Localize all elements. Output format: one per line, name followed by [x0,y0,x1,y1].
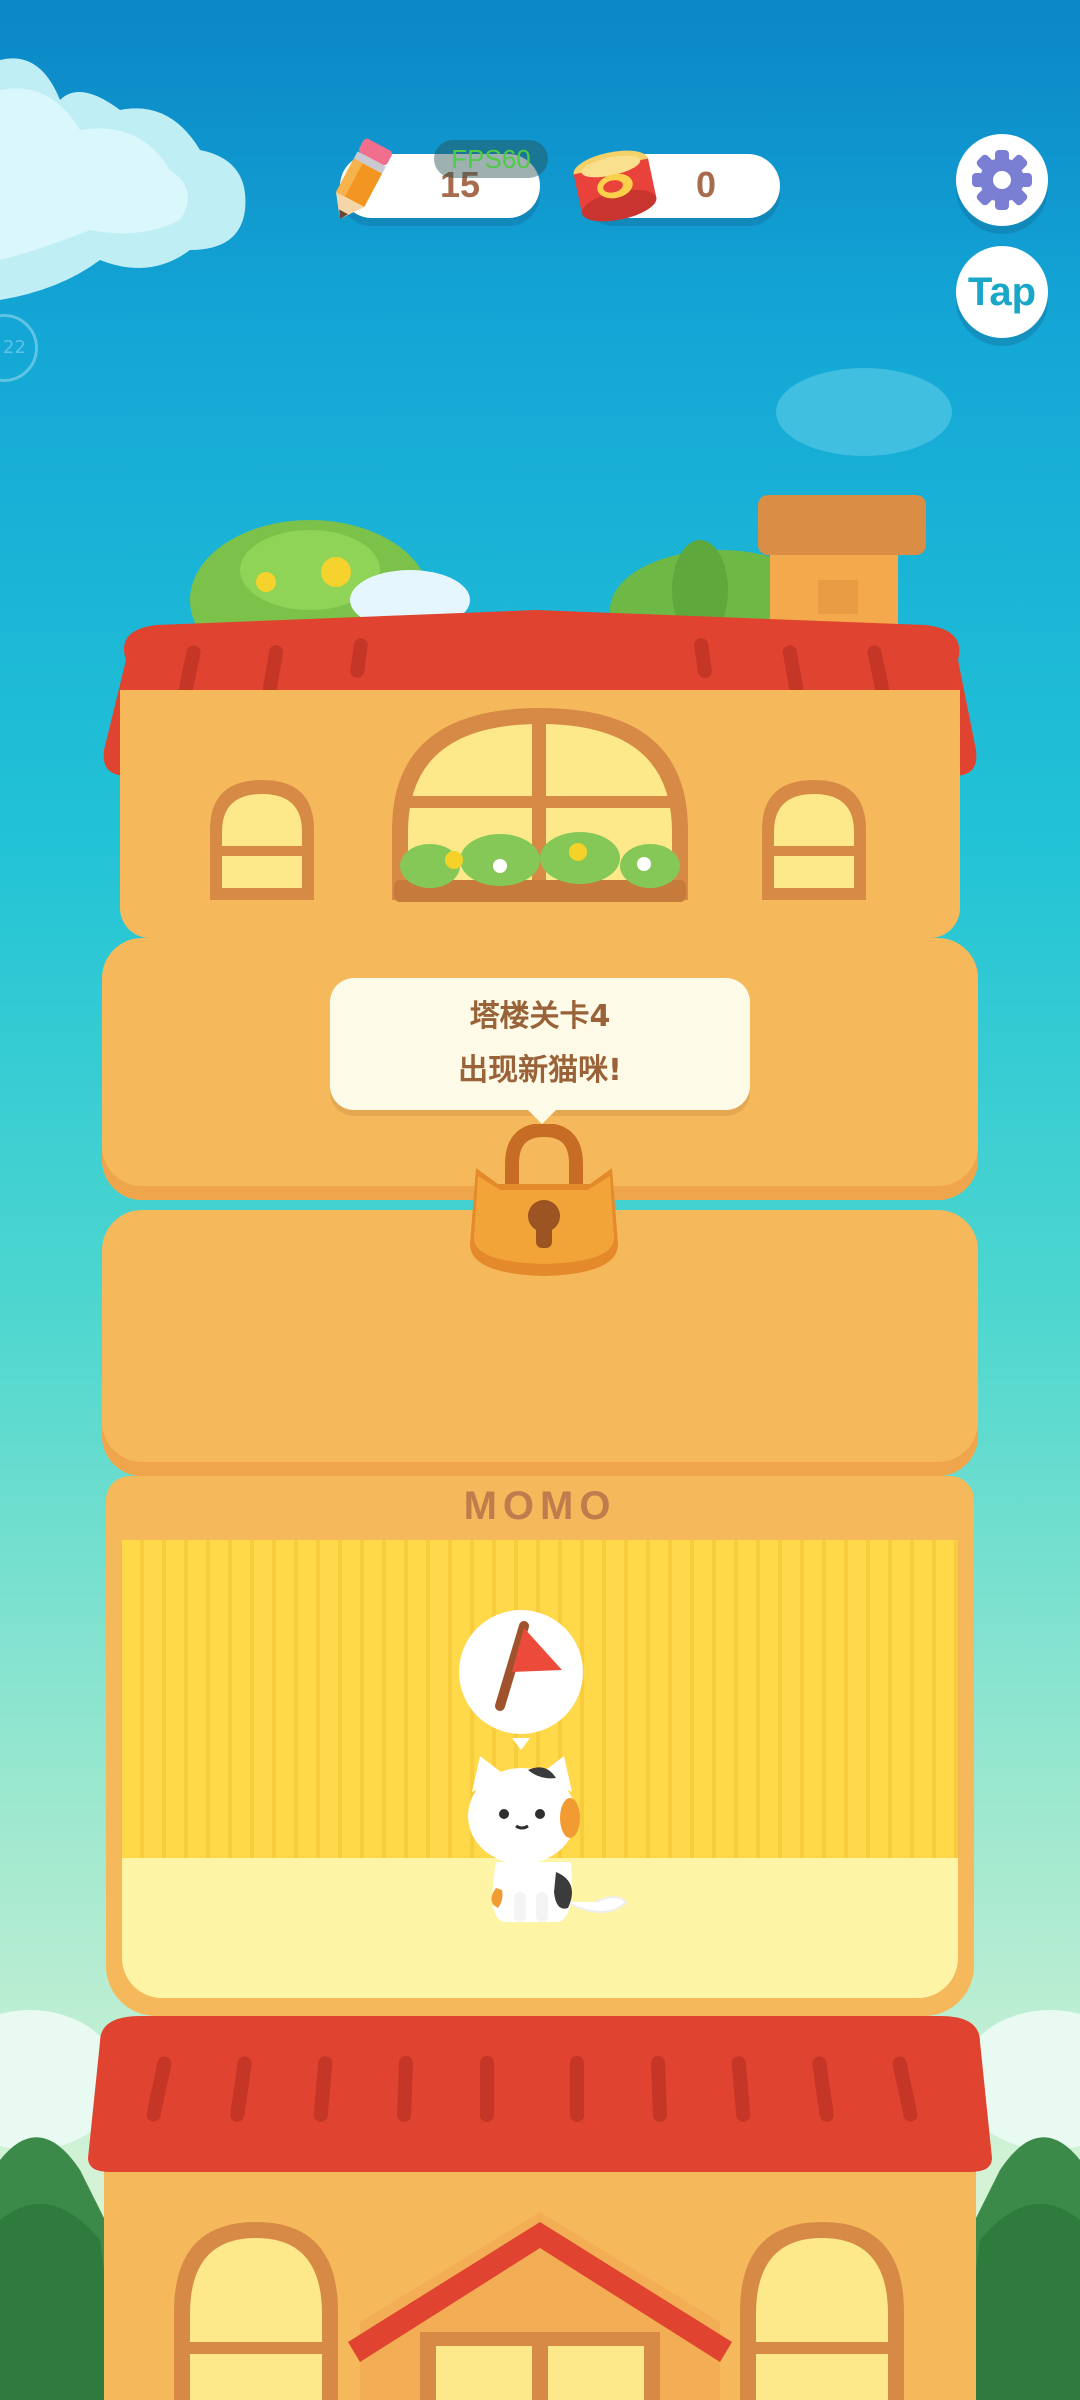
pencil-icon [336,138,392,219]
tap-button[interactable]: Tap [956,246,1048,338]
cloud-topleft [0,58,246,300]
unlock-hint-bubble: 塔楼关卡4 出现新猫咪! [330,978,750,1124]
cloud-small [776,368,952,456]
settings-button[interactable] [956,134,1048,226]
cat-food-can-icon [573,150,657,222]
cat-character[interactable] [456,1752,636,1928]
unlock-hint-line2: 出现新猫咪! [458,1053,622,1088]
left-side-badge-label: 22 [3,337,26,358]
ground-floor-building [88,2016,992,2400]
attic-windows [210,708,866,902]
gear-icon [972,150,1032,210]
tap-label: Tap [967,270,1037,314]
left-side-badge[interactable]: 22 [0,314,38,382]
room-sign: MOMO [463,1484,617,1528]
fps-indicator: FPS60 [434,140,548,178]
red-flag-icon[interactable] [456,1608,586,1752]
lock-icon[interactable] [464,1124,624,1284]
cat-food-count: 0 [696,164,717,205]
unlock-hint-line1: 塔楼关卡4 [469,999,611,1034]
